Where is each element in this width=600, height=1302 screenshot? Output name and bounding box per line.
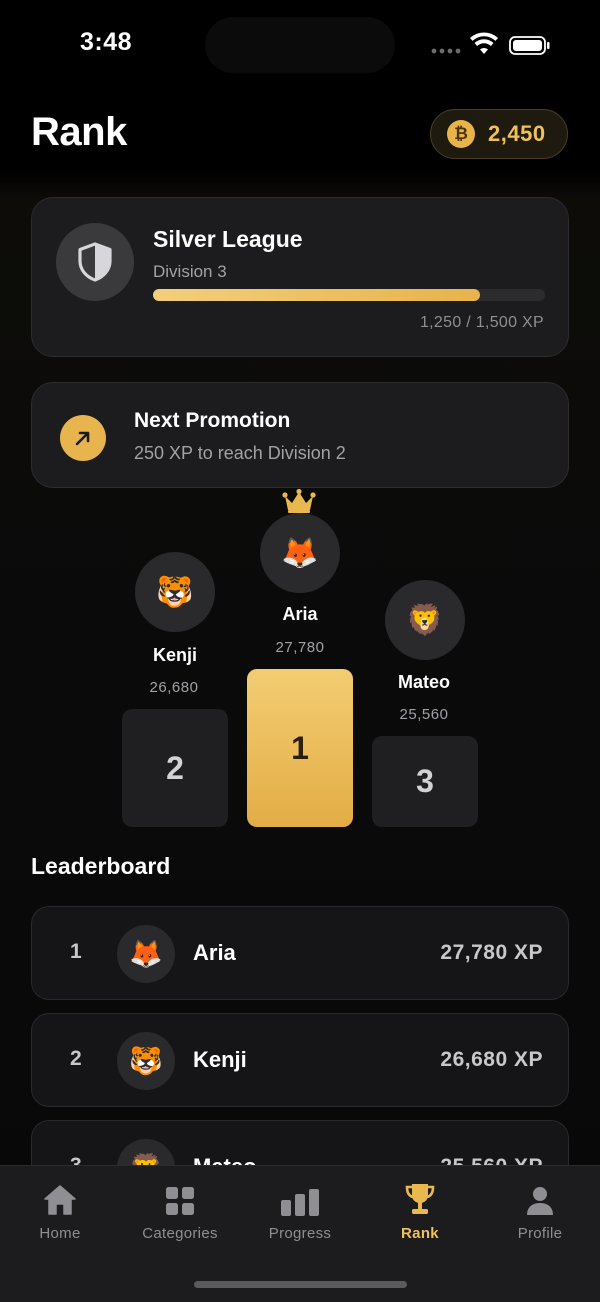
league-badge xyxy=(56,223,134,301)
row-xp: 26,680 XP xyxy=(440,1048,543,1071)
arrow-up-right-icon xyxy=(60,415,106,461)
league-name: Silver League xyxy=(153,226,303,252)
podium-first-block: 1 xyxy=(247,669,353,827)
page-title: Rank xyxy=(31,110,127,154)
podium-first-avatar[interactable]: 🦊 xyxy=(260,513,340,593)
tab-home[interactable]: Home xyxy=(0,1182,120,1242)
podium-third-block: 3 xyxy=(372,736,478,827)
podium-second-avatar[interactable]: 🐯 xyxy=(135,552,215,632)
promotion-title: Next Promotion xyxy=(134,409,291,432)
leaderboard-row[interactable]: 1 🦊 Aria 27,780 XP xyxy=(31,906,569,1000)
row-rank: 2 xyxy=(70,1047,82,1070)
battery-icon xyxy=(509,36,550,55)
league-card[interactable]: Silver League Division 3 1,250 / 1,500 X… xyxy=(31,197,569,357)
promotion-subtitle: 250 XP to reach Division 2 xyxy=(134,443,346,463)
trophy-icon xyxy=(360,1182,480,1216)
podium-second-name: Kenji xyxy=(152,645,197,665)
promotion-card[interactable]: Next Promotion 250 XP to reach Division … xyxy=(31,382,569,488)
grid-icon xyxy=(120,1182,240,1216)
tab-rank[interactable]: Rank xyxy=(360,1182,480,1242)
xp-text: 1,250 / 1,500 XP xyxy=(419,314,544,331)
row-avatar: 🦊 xyxy=(117,925,175,983)
tab-label: Rank xyxy=(401,1225,439,1242)
tab-label: Home xyxy=(39,1225,81,1242)
status-icons xyxy=(430,30,554,60)
bitcoin-icon: ₿ xyxy=(447,120,475,148)
tab-label: Profile xyxy=(517,1225,563,1242)
tab-label: Progress xyxy=(268,1225,332,1242)
podium-third-xp: 25,560 xyxy=(399,706,449,723)
row-xp: 27,780 XP xyxy=(440,941,543,964)
row-avatar: 🐯 xyxy=(117,1032,175,1090)
dynamic-island xyxy=(205,17,395,73)
row-name: Kenji xyxy=(193,1047,247,1072)
shield-icon xyxy=(78,242,112,282)
tab-profile[interactable]: Profile xyxy=(480,1182,600,1242)
person-icon xyxy=(480,1182,600,1216)
podium-third-avatar[interactable]: 🦁 xyxy=(385,580,465,660)
podium-second-xp: 26,680 xyxy=(149,679,199,696)
leaderboard-row[interactable]: 2 🐯 Kenji 26,680 XP xyxy=(31,1013,569,1107)
row-name: Aria xyxy=(193,940,236,965)
podium-first-name: Aria xyxy=(282,604,318,624)
coin-balance[interactable]: ₿ 2,450 xyxy=(430,109,568,159)
podium-third-name: Mateo xyxy=(397,672,450,692)
wifi-icon xyxy=(470,32,498,54)
podium-first-xp: 27,780 xyxy=(275,639,325,656)
leaderboard-title: Leaderboard xyxy=(31,853,171,879)
tab-label: Categories xyxy=(142,1225,218,1242)
tab-progress[interactable]: Progress xyxy=(240,1182,360,1242)
podium-second-block: 2 xyxy=(122,709,228,827)
coin-value: 2,450 xyxy=(488,121,546,146)
home-indicator xyxy=(194,1281,407,1288)
home-icon xyxy=(0,1182,120,1216)
xp-progress-bar xyxy=(153,289,545,301)
bar-chart-icon xyxy=(240,1182,360,1216)
league-division: Division 3 xyxy=(153,262,227,281)
tab-categories[interactable]: Categories xyxy=(120,1182,240,1242)
xp-progress-fill xyxy=(153,289,481,301)
signal-icon xyxy=(431,48,461,54)
status-time: 3:48 xyxy=(80,28,133,56)
row-rank: 1 xyxy=(70,940,82,963)
